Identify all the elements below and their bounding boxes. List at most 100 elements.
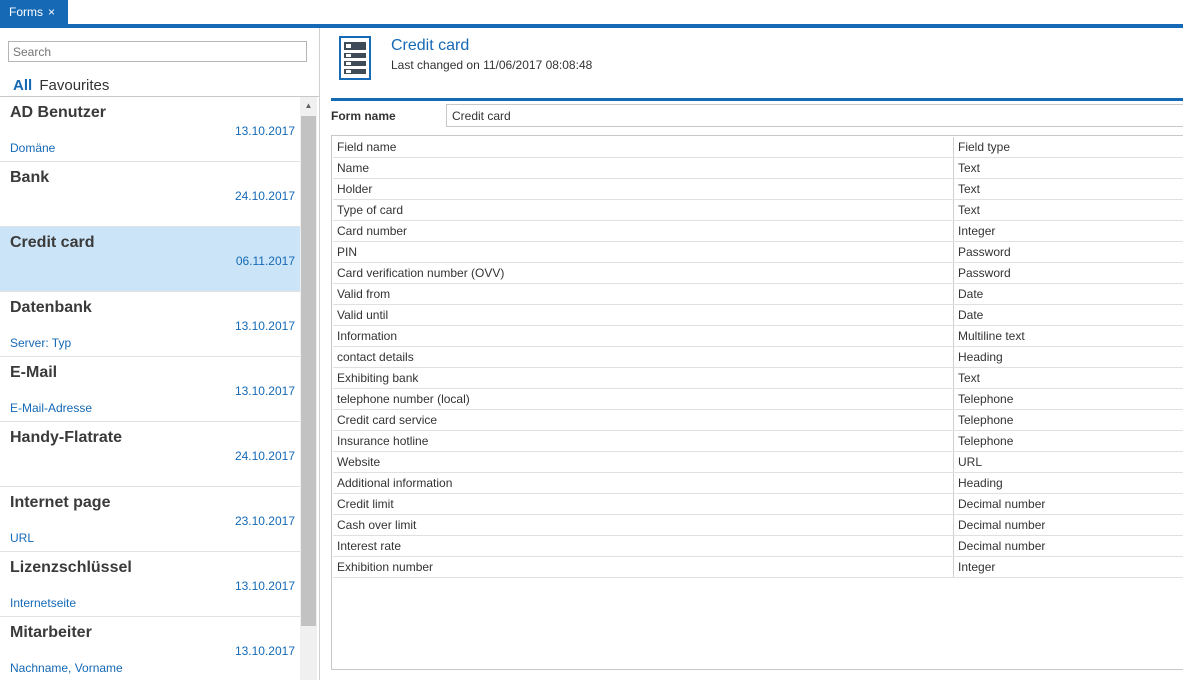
field-type-cell[interactable]: Text	[954, 158, 1183, 178]
close-icon[interactable]: ×	[48, 0, 55, 25]
list-item-title: Mitarbeiter	[10, 624, 92, 641]
list-item[interactable]: Mitarbeiter 13.10.2017 Nachname, Vorname	[0, 617, 300, 680]
list-item-title: Credit card	[10, 234, 95, 251]
form-name-field[interactable]: Credit card	[446, 104, 1183, 127]
table-row[interactable]: Valid from Date	[333, 284, 1183, 305]
field-type-cell[interactable]: Text	[954, 200, 1183, 220]
table-row[interactable]: Interest rate Decimal number	[333, 536, 1183, 557]
field-type-cell[interactable]: Multiline text	[954, 326, 1183, 346]
list-item-title: Bank	[10, 169, 50, 186]
list-item-title: Datenbank	[10, 299, 92, 316]
table-row[interactable]: Exhibiting bank Text	[333, 368, 1183, 389]
field-type-cell[interactable]: Heading	[954, 473, 1183, 493]
column-header-field-name[interactable]: Field name	[333, 137, 954, 157]
list-item-subtitle: Nachname, Vorname	[10, 661, 123, 675]
field-name-cell[interactable]: Name	[333, 158, 954, 178]
table-row[interactable]: telephone number (local) Telephone	[333, 389, 1183, 410]
list-item[interactable]: Internet page 23.10.2017 URL	[0, 487, 300, 552]
field-name-cell[interactable]: Cash over limit	[333, 515, 954, 535]
field-name-cell[interactable]: Type of card	[333, 200, 954, 220]
column-header-field-type[interactable]: Field type	[954, 137, 1183, 157]
table-row[interactable]: Insurance hotline Telephone	[333, 431, 1183, 452]
list-item-date: 13.10.2017	[234, 579, 295, 593]
field-name-cell[interactable]: Information	[333, 326, 954, 346]
list-scrollbar[interactable]: ▲	[300, 97, 317, 680]
field-name-cell[interactable]: Additional information	[333, 473, 954, 493]
list-item[interactable]: Bank 24.10.2017	[0, 162, 300, 227]
tab-forms[interactable]: Forms ×	[0, 0, 68, 25]
table-row[interactable]: Card number Integer	[333, 221, 1183, 242]
field-type-cell[interactable]: Integer	[954, 221, 1183, 241]
field-type-cell[interactable]: Telephone	[954, 431, 1183, 451]
field-name-cell[interactable]: contact details	[333, 347, 954, 367]
table-row[interactable]: Additional information Heading	[333, 473, 1183, 494]
table-row[interactable]: Credit card service Telephone	[333, 410, 1183, 431]
field-type-cell[interactable]: Date	[954, 284, 1183, 304]
field-type-cell[interactable]: Password	[954, 242, 1183, 262]
table-row[interactable]: Type of card Text	[333, 200, 1183, 221]
field-type-cell[interactable]: Telephone	[954, 389, 1183, 409]
field-type-cell[interactable]: Decimal number	[954, 515, 1183, 535]
field-name-cell[interactable]: Interest rate	[333, 536, 954, 556]
grid-header-row: Field name Field type	[333, 137, 1183, 158]
table-row[interactable]: contact details Heading	[333, 347, 1183, 368]
list-item[interactable]: Handy-Flatrate 24.10.2017	[0, 422, 300, 487]
list-item[interactable]: E-Mail 13.10.2017 E-Mail-Adresse	[0, 357, 300, 422]
field-type-cell[interactable]: Date	[954, 305, 1183, 325]
field-name-cell[interactable]: Card number	[333, 221, 954, 241]
filter-all[interactable]: All	[13, 77, 32, 94]
list-item[interactable]: Credit card 06.11.2017	[0, 227, 300, 292]
table-row[interactable]: Card verification number (OVV) Password	[333, 263, 1183, 284]
list-item-subtitle: Server: Typ	[10, 336, 72, 350]
table-row[interactable]: Cash over limit Decimal number	[333, 515, 1183, 536]
field-name-cell[interactable]: PIN	[333, 242, 954, 262]
table-row[interactable]: PIN Password	[333, 242, 1183, 263]
field-name-cell[interactable]: telephone number (local)	[333, 389, 954, 409]
field-type-cell[interactable]: URL	[954, 452, 1183, 472]
list-item[interactable]: Datenbank 13.10.2017 Server: Typ	[0, 292, 300, 357]
scrollbar-thumb[interactable]	[301, 116, 316, 626]
field-type-cell[interactable]: Text	[954, 179, 1183, 199]
field-name-cell[interactable]: Valid until	[333, 305, 954, 325]
table-row[interactable]: Name Text	[333, 158, 1183, 179]
table-row[interactable]: Holder Text	[333, 179, 1183, 200]
tab-strip: Forms ×	[0, 0, 1183, 28]
field-type-cell[interactable]: Telephone	[954, 410, 1183, 430]
detail-title: Credit card	[391, 37, 470, 54]
list-item-subtitle: Domäne	[10, 141, 56, 155]
field-name-cell[interactable]: Holder	[333, 179, 954, 199]
list-item[interactable]: Lizenzschlüssel 13.10.2017 Internetseite	[0, 552, 300, 617]
table-row[interactable]: Valid until Date	[333, 305, 1183, 326]
field-name-cell[interactable]: Credit card service	[333, 410, 954, 430]
field-type-cell[interactable]: Integer	[954, 557, 1183, 577]
field-name-cell[interactable]: Exhibiting bank	[333, 368, 954, 388]
table-row[interactable]: Information Multiline text	[333, 326, 1183, 347]
field-type-cell[interactable]: Heading	[954, 347, 1183, 367]
filter-favourites[interactable]: Favourites	[39, 77, 109, 94]
list-item-title: Internet page	[10, 494, 111, 511]
forms-list: AD Benutzer 13.10.2017 Domäne Bank 24.10.201…	[0, 97, 300, 680]
list-item-date: 13.10.2017	[234, 319, 295, 333]
field-type-cell[interactable]: Decimal number	[954, 494, 1183, 514]
list-item-date: 13.10.2017	[234, 124, 295, 138]
field-type-cell[interactable]: Decimal number	[954, 536, 1183, 556]
table-row[interactable]: Exhibition number Integer	[333, 557, 1183, 578]
pane-splitter[interactable]	[319, 28, 320, 680]
table-row[interactable]: Credit limit Decimal number	[333, 494, 1183, 515]
field-type-cell[interactable]: Text	[954, 368, 1183, 388]
field-name-cell[interactable]: Website	[333, 452, 954, 472]
field-name-cell[interactable]: Credit limit	[333, 494, 954, 514]
field-name-cell[interactable]: Valid from	[333, 284, 954, 304]
search-input[interactable]	[8, 41, 307, 62]
field-name-cell[interactable]: Card verification number (OVV)	[333, 263, 954, 283]
list-item[interactable]: AD Benutzer 13.10.2017 Domäne	[0, 97, 300, 162]
field-name-cell[interactable]: Exhibition number	[333, 557, 954, 577]
field-type-cell[interactable]: Password	[954, 263, 1183, 283]
table-row[interactable]: Website URL	[333, 452, 1183, 473]
list-item-date: 06.11.2017	[235, 254, 295, 268]
form-document-icon	[339, 36, 371, 80]
field-name-cell[interactable]: Insurance hotline	[333, 431, 954, 451]
list-item-date: 13.10.2017	[234, 384, 295, 398]
scroll-up-icon[interactable]: ▲	[300, 97, 317, 114]
list-item-subtitle: URL	[10, 531, 35, 545]
